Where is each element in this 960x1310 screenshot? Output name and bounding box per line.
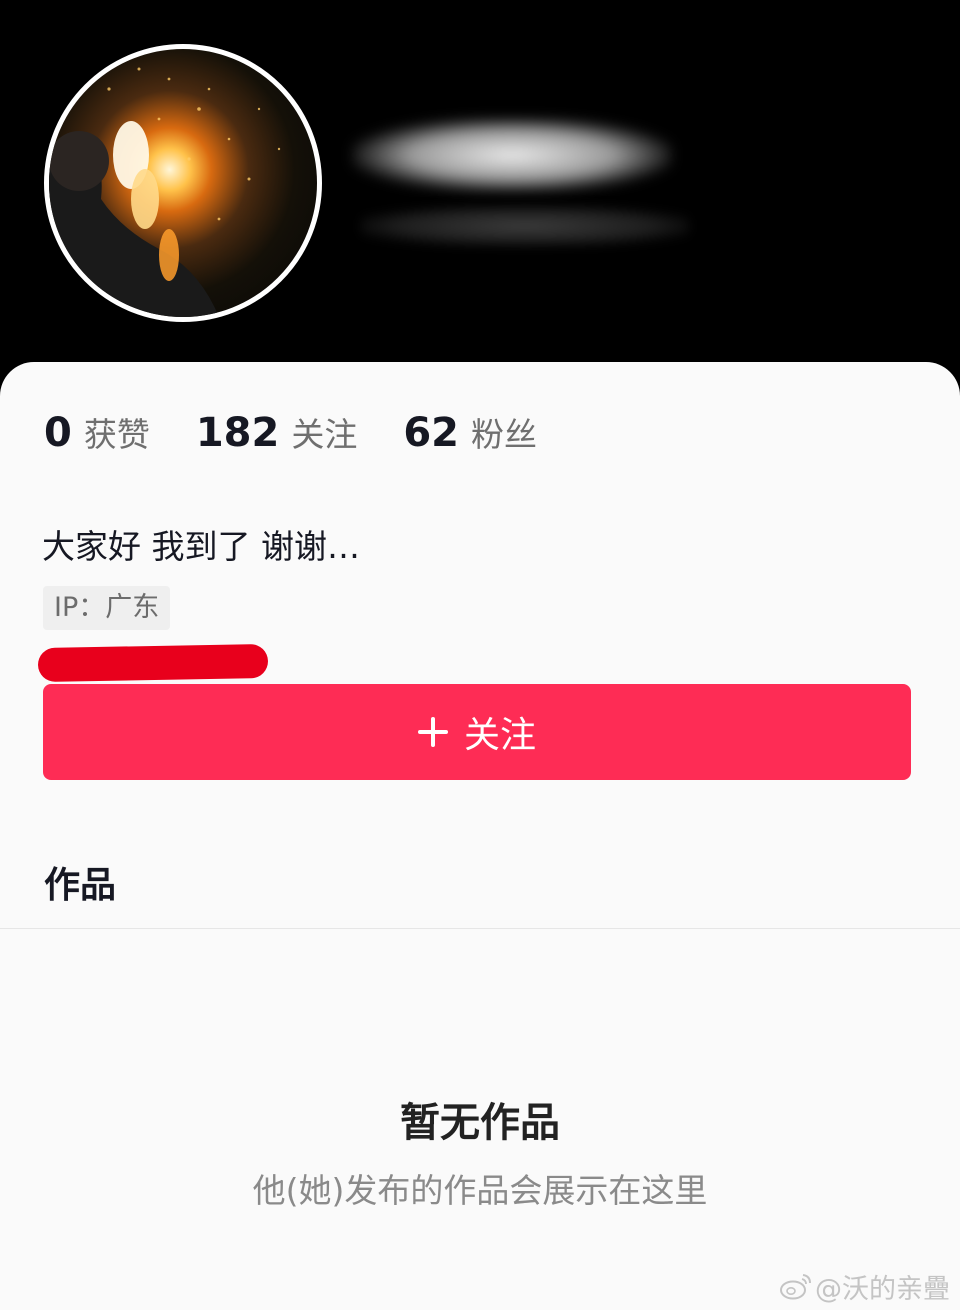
stat-followers[interactable]: 62 粉丝 <box>403 408 537 456</box>
stat-following-value: 182 <box>195 410 280 456</box>
divider <box>0 928 960 929</box>
stat-likes[interactable]: 0 获赞 <box>44 408 150 456</box>
plus-icon <box>417 717 448 747</box>
user-id-blurred <box>360 206 690 246</box>
watermark-text: @沃的亲疊 <box>815 1273 950 1305</box>
ip-location-tag: IP：广东 <box>43 586 171 630</box>
stat-following-label: 关注 <box>291 415 358 454</box>
stat-following[interactable]: 182 关注 <box>196 408 358 456</box>
stat-followers-label: 粉丝 <box>471 415 538 454</box>
avatar-image <box>49 67 281 317</box>
follow-button-label: 关注 <box>463 715 536 756</box>
empty-state-description: 他(她)发布的作品会展示在这里 <box>252 1171 708 1210</box>
red-highlight-mark <box>37 643 269 683</box>
stat-likes-label: 获赞 <box>83 415 150 454</box>
watermark: @沃的亲疊 <box>779 1268 950 1305</box>
stat-likes-value: 0 <box>44 410 72 456</box>
tab-works[interactable]: 作品 <box>44 856 116 908</box>
profile-header <box>0 0 960 400</box>
weibo-icon <box>780 1274 811 1300</box>
profile-bio: 大家好 我到了 谢谢… <box>42 527 360 566</box>
empty-state-title: 暂无作品 <box>400 1100 560 1146</box>
profile-stats: 0 获赞 182 关注 62 粉丝 <box>44 408 583 458</box>
stat-followers-value: 62 <box>403 410 460 456</box>
avatar[interactable] <box>44 44 322 322</box>
username-blurred <box>352 118 672 192</box>
profile-card: 0 获赞 182 关注 62 粉丝 大家好 我到了 谢谢… IP：广东 关注 作… <box>0 362 960 1310</box>
follow-button[interactable]: 关注 <box>43 684 911 780</box>
